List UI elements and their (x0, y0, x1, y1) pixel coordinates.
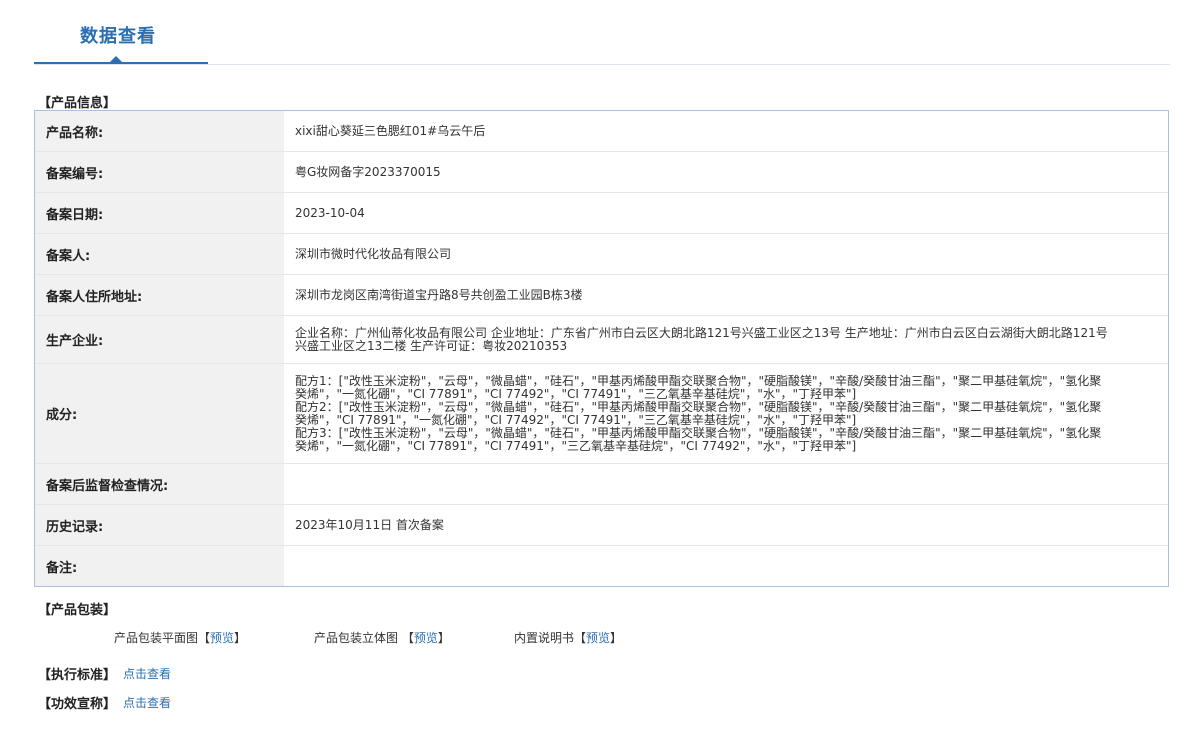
product-info-heading: 【产品信息】 (38, 96, 117, 111)
standard-view-link[interactable]: 点击查看 (123, 665, 171, 682)
packaging-heading: 【产品包装】 (38, 603, 117, 618)
active-tab-caret-icon (110, 56, 122, 62)
row-label: 历史记录: (35, 505, 284, 545)
row-label: 生产企业: (35, 316, 284, 363)
row-filer: 备案人: 深圳市微时代化妆品有限公司 (35, 234, 1168, 275)
packaging-3d-item: 产品包装立体图 【预览】 (314, 631, 450, 645)
row-label: 备案后监督检查情况: (35, 464, 284, 504)
packaging-flat-item: 产品包装平面图【预览】 (114, 631, 247, 645)
packaging-flat-label: 产品包装平面图 (114, 631, 199, 645)
packaging-3d-preview-link[interactable]: 预览 (414, 631, 438, 645)
formula-1: 配方1：["改性玉米淀粉"，"云母"，"微晶蜡"，"硅石"，"甲基丙烯酸甲酯交联… (295, 373, 1102, 401)
packaging-3d-label: 产品包装立体图 (314, 631, 402, 645)
manual-item: 内置说明书【预览】 (514, 631, 623, 645)
tab-bar: 数据查看 (34, 0, 1170, 65)
row-label: 备案人住所地址: (35, 275, 284, 315)
filer-address-value: 深圳市龙岗区南湾街道宝丹路8号共创盈工业园B栋3楼 (295, 287, 583, 302)
row-label: 备案人: (35, 234, 284, 274)
standard-heading: 【执行标准】 (38, 668, 117, 683)
row-label: 成分: (35, 364, 284, 463)
efficacy-heading: 【功效宣称】 (38, 697, 117, 712)
ingredients-value: 配方1：["改性玉米淀粉"，"云母"，"微晶蜡"，"硅石"，"甲基丙烯酸甲酯交联… (284, 364, 1168, 463)
row-ingredients: 成分: 配方1：["改性玉米淀粉"，"云母"，"微晶蜡"，"硅石"，"甲基丙烯酸… (35, 364, 1168, 464)
product-name-value: xixi甜心葵延三色腮红01#乌云午后 (295, 123, 486, 138)
packaging-flat-preview-link[interactable]: 预览 (210, 631, 234, 645)
row-label: 备案编号: (35, 152, 284, 192)
remarks-value (284, 546, 1168, 586)
tab-data-view[interactable]: 数据查看 (34, 0, 208, 64)
row-filing-date: 备案日期: 2023-10-04 (35, 193, 1168, 234)
row-label: 产品名称: (35, 111, 284, 151)
row-supervision: 备案后监督检查情况: (35, 464, 1168, 505)
row-product-name: 产品名称: xixi甜心葵延三色腮红01#乌云午后 (35, 111, 1168, 152)
history-value: 2023年10月11日 首次备案 (295, 517, 444, 532)
product-info-table: 产品名称: xixi甜心葵延三色腮红01#乌云午后 备案编号: 粤G妆网备字20… (34, 110, 1169, 587)
formula-2: 配方2：["改性玉米淀粉"，"云母"，"微晶蜡"，"硅石"，"甲基丙烯酸甲酯交联… (295, 399, 1102, 427)
row-filer-address: 备案人住所地址: 深圳市龙岗区南湾街道宝丹路8号共创盈工业园B栋3楼 (35, 275, 1168, 316)
filer-value: 深圳市微时代化妆品有限公司 (295, 246, 452, 261)
manual-label: 内置说明书 (514, 631, 575, 645)
manufacturer-value: 企业名称：广州仙蒂化妆品有限公司 企业地址：广东省广州市白云区大朗北路121号兴… (295, 325, 1108, 353)
filing-number-value: 粤G妆网备字2023370015 (295, 164, 441, 179)
filing-date-value: 2023-10-04 (295, 205, 365, 220)
formula-3: 配方3：["改性玉米淀粉"，"云母"，"微晶蜡"，"硅石"，"甲基丙烯酸甲酯交联… (295, 425, 1102, 453)
row-remarks: 备注: (35, 546, 1168, 586)
row-history: 历史记录: 2023年10月11日 首次备案 (35, 505, 1168, 546)
manual-preview-link[interactable]: 预览 (586, 631, 610, 645)
row-filing-number: 备案编号: 粤G妆网备字2023370015 (35, 152, 1168, 193)
tab-title[interactable]: 数据查看 (80, 22, 156, 48)
row-manufacturer: 生产企业: 企业名称：广州仙蒂化妆品有限公司 企业地址：广东省广州市白云区大朗北… (35, 316, 1168, 364)
efficacy-view-link[interactable]: 点击查看 (123, 694, 171, 711)
row-label: 备案日期: (35, 193, 284, 233)
supervision-value (284, 464, 1168, 504)
row-label: 备注: (35, 546, 284, 586)
